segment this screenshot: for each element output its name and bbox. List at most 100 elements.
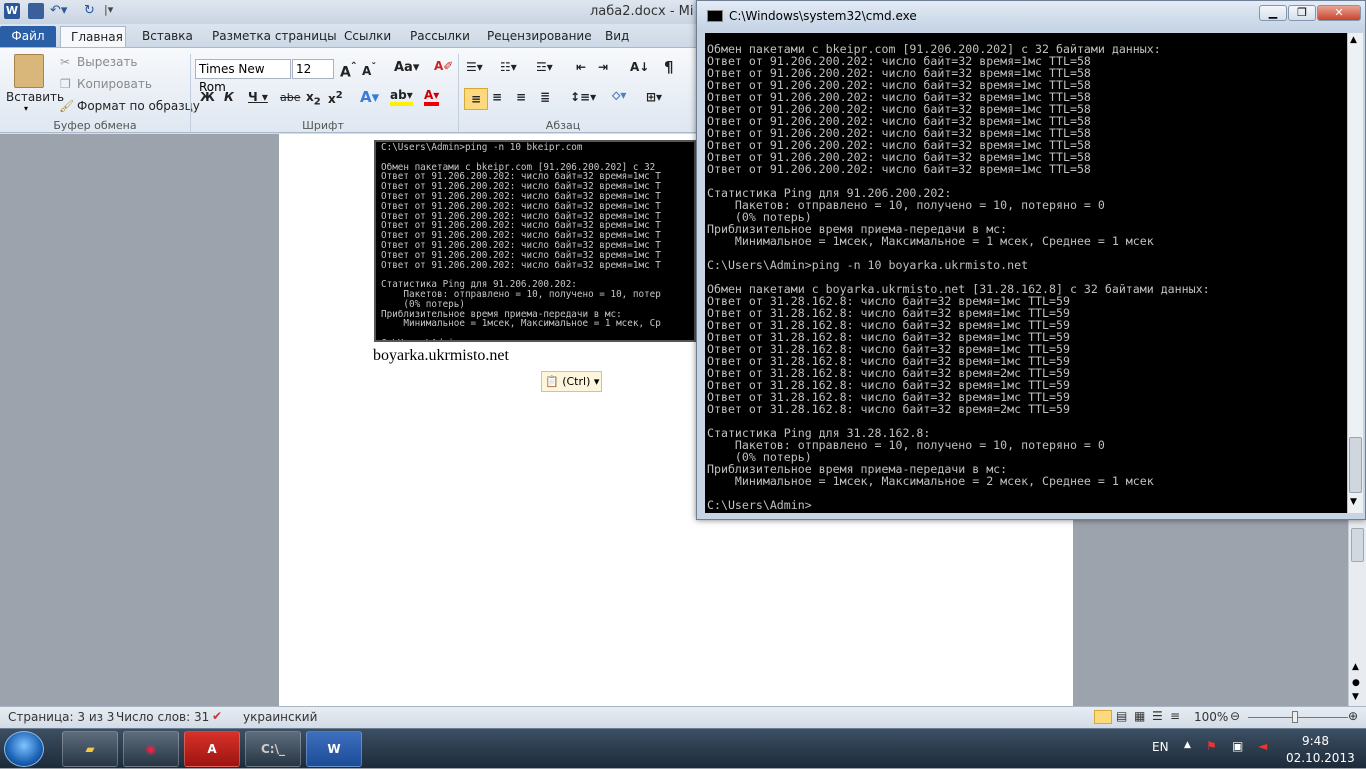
- scrollbar-thumb[interactable]: [1349, 437, 1362, 493]
- close-button[interactable]: ✕: [1317, 5, 1361, 21]
- outline-icon[interactable]: ☰: [1152, 709, 1163, 723]
- console-line: C:\Users\Admin>: [707, 498, 812, 512]
- superscript-icon[interactable]: x2: [328, 90, 343, 106]
- paste-icon[interactable]: [14, 54, 44, 88]
- font-size-combo[interactable]: 12: [292, 59, 334, 79]
- bold-icon[interactable]: Ж: [200, 90, 215, 104]
- decrease-indent-icon[interactable]: ⇤: [576, 60, 586, 74]
- redo-icon[interactable]: ↻: [84, 3, 95, 18]
- console-scrollbar[interactable]: ▲ ▼: [1347, 33, 1363, 513]
- print-layout-icon[interactable]: [1094, 710, 1112, 724]
- scroll-up-icon[interactable]: ▲: [1350, 35, 1357, 45]
- draft-icon[interactable]: ≡: [1170, 709, 1180, 723]
- italic-icon[interactable]: К: [224, 90, 234, 104]
- next-page-icon[interactable]: ▼: [1352, 692, 1359, 702]
- console-line: Минимальное = 1мсек, Максимальное = 2 мс…: [707, 474, 1154, 488]
- word-app-icon[interactable]: W: [4, 3, 20, 19]
- align-center-icon[interactable]: ≡: [492, 90, 502, 104]
- minimize-button[interactable]: ▁: [1259, 5, 1287, 21]
- justify-icon[interactable]: ≣: [540, 90, 550, 104]
- line-spacing-icon[interactable]: ↕≡▾: [570, 90, 596, 104]
- clipboard-icon: 📋: [545, 375, 559, 388]
- borders-icon[interactable]: ⊞▾: [646, 90, 662, 104]
- underline-icon[interactable]: Ч ▾: [248, 90, 268, 104]
- copy-icon[interactable]: ❐: [60, 77, 71, 91]
- scrollbar-thumb[interactable]: [1351, 528, 1364, 562]
- font-color-icon[interactable]: A▾: [424, 88, 440, 106]
- shading-icon[interactable]: ⬦▾: [612, 88, 626, 103]
- cmd-title-bar[interactable]: C:\Windows\system32\cmd.exe ▁ ❐ ✕: [697, 1, 1365, 31]
- page-count[interactable]: Страница: 3 из 3: [8, 710, 114, 724]
- word-taskbar-icon[interactable]: W: [306, 731, 362, 767]
- format-painter-icon[interactable]: 🖌: [59, 99, 74, 113]
- undo-icon[interactable]: ↶▾: [50, 3, 67, 18]
- bullets-icon[interactable]: ☰▾: [466, 60, 483, 74]
- console-output[interactable]: Обмен пакетами с bkeipr.com [91.206.200.…: [705, 33, 1347, 513]
- zoom-out-icon[interactable]: ⊖: [1230, 709, 1240, 723]
- action-center-icon[interactable]: ⚑: [1206, 739, 1217, 753]
- paste-button[interactable]: Вставить: [6, 90, 64, 104]
- tab-review[interactable]: Рецензирование: [477, 26, 602, 48]
- text-effects-icon[interactable]: A▾: [360, 88, 379, 106]
- zoom-in-icon[interactable]: ⊕: [1348, 709, 1358, 723]
- tab-home[interactable]: Главная: [60, 26, 126, 48]
- start-button[interactable]: [4, 731, 44, 767]
- chrome-icon[interactable]: ◉: [123, 731, 179, 767]
- font-name-combo[interactable]: Times New Rom: [195, 59, 291, 94]
- scroll-down-icon[interactable]: ▼: [1350, 497, 1357, 507]
- quick-access-chevron-icon[interactable]: |▾: [104, 3, 113, 16]
- clock-time[interactable]: 9:48: [1302, 734, 1329, 748]
- show-marks-icon[interactable]: ¶: [664, 58, 674, 76]
- explorer-icon[interactable]: ▰: [62, 731, 118, 767]
- cut-icon[interactable]: ✂: [60, 55, 70, 69]
- word-count[interactable]: Число слов: 31: [116, 710, 209, 724]
- increase-indent-icon[interactable]: ⇥: [598, 60, 608, 74]
- tab-file[interactable]: Файл: [0, 26, 56, 48]
- tab-references[interactable]: Ссылки: [334, 26, 401, 48]
- subscript-icon[interactable]: x2: [306, 90, 321, 107]
- zoom-slider[interactable]: [1248, 717, 1348, 718]
- copy-button[interactable]: Копировать: [77, 77, 152, 91]
- change-case-icon[interactable]: Aa▾: [394, 60, 419, 75]
- strikethrough-icon[interactable]: abe: [280, 91, 301, 104]
- numbering-icon[interactable]: ☷▾: [500, 60, 517, 74]
- prev-page-icon[interactable]: ▲: [1352, 662, 1359, 672]
- multilevel-list-icon[interactable]: ☲▾: [536, 60, 553, 74]
- paste-options-button[interactable]: 📋 (Ctrl) ▾: [541, 371, 602, 392]
- sort-icon[interactable]: A↓: [630, 60, 649, 74]
- zoom-slider-handle[interactable]: [1292, 711, 1298, 723]
- acrobat-icon[interactable]: A: [184, 731, 240, 767]
- paste-dropdown-icon[interactable]: ▾: [24, 104, 28, 113]
- tab-page-layout[interactable]: Разметка страницы: [202, 26, 347, 48]
- highlight-icon[interactable]: ab▾: [390, 88, 413, 106]
- input-language[interactable]: EN: [1152, 740, 1169, 754]
- format-painter-button[interactable]: Формат по образцу: [77, 99, 200, 113]
- cmd-app-icon[interactable]: [707, 10, 723, 22]
- web-layout-icon[interactable]: ▦: [1134, 709, 1145, 723]
- system-tray: EN ▲ ⚑ ▣ ◄ 9:48 02.10.2013: [1140, 729, 1366, 769]
- tab-view[interactable]: Вид: [595, 26, 639, 48]
- proofing-icon[interactable]: ✔: [212, 709, 222, 723]
- zoom-level[interactable]: 100%: [1194, 710, 1228, 724]
- language-indicator[interactable]: украинский: [243, 710, 317, 724]
- align-right-icon[interactable]: ≡: [516, 90, 526, 104]
- grow-font-icon[interactable]: Aˆ: [340, 60, 357, 81]
- full-screen-reading-icon[interactable]: ▤: [1116, 709, 1127, 723]
- save-icon[interactable]: [28, 3, 44, 19]
- tab-insert[interactable]: Вставка: [132, 26, 203, 48]
- document-text-line[interactable]: boyarka.ukrmisto.net: [373, 347, 509, 365]
- network-icon[interactable]: ▣: [1232, 739, 1243, 753]
- tab-mailings[interactable]: Рассылки: [400, 26, 480, 48]
- align-left-icon[interactable]: ≡: [464, 88, 488, 110]
- clear-formatting-icon[interactable]: A✐: [434, 59, 453, 73]
- shrink-font-icon[interactable]: Aˇ: [362, 62, 376, 78]
- clock-date[interactable]: 02.10.2013: [1286, 751, 1355, 765]
- volume-icon[interactable]: ◄: [1258, 739, 1267, 753]
- maximize-button[interactable]: ❐: [1288, 5, 1316, 21]
- show-hidden-icons-icon[interactable]: ▲: [1184, 740, 1191, 750]
- cut-button[interactable]: Вырезать: [77, 55, 138, 69]
- embedded-console-screenshot[interactable]: C:\Users\Admin>ping -n 10 bkeipr.com Обм…: [374, 140, 696, 342]
- cmd-taskbar-icon[interactable]: C:\_: [245, 731, 301, 767]
- select-browse-object-icon[interactable]: ●: [1352, 678, 1360, 688]
- font-size-value: 12: [296, 62, 312, 76]
